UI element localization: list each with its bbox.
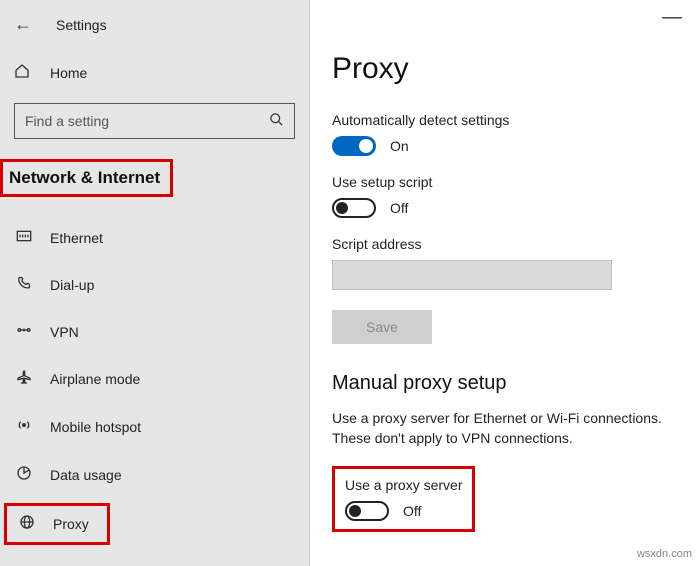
use-proxy-section: Use a proxy server Off [332,466,475,532]
home-label: Home [50,65,87,81]
use-proxy-toggle-row: Off [345,501,462,521]
sidebar-item-label: Mobile hotspot [50,419,141,435]
data-usage-icon [14,465,34,485]
sidebar-item-dialup[interactable]: Dial-up [0,261,309,309]
sidebar-item-label: Ethernet [50,230,103,246]
sidebar-item-label: Airplane mode [50,371,140,387]
vpn-icon [14,323,34,341]
search-icon [269,112,284,131]
setup-script-label: Use setup script [332,174,678,190]
manual-proxy-heading: Manual proxy setup [332,372,678,395]
script-address-input[interactable] [332,260,612,290]
auto-detect-state: On [390,138,409,154]
sidebar-item-label: Dial-up [50,277,94,293]
sidebar-item-label: Data usage [50,467,122,483]
manual-proxy-description: Use a proxy server for Ethernet or Wi-Fi… [332,409,678,448]
minimize-icon[interactable]: — [662,6,682,29]
setup-script-state: Off [390,200,408,216]
auto-detect-label: Automatically detect settings [332,112,678,128]
setup-script-toggle[interactable] [332,198,376,218]
section-header-network-internet: Network & Internet [0,159,173,197]
use-proxy-state: Off [403,503,421,519]
back-icon[interactable]: ← [14,14,36,35]
home-button[interactable]: Home [0,53,309,93]
page-title: Proxy [332,52,678,86]
sidebar-item-data-usage[interactable]: Data usage [0,451,309,499]
sidebar-item-vpn[interactable]: VPN [0,309,309,355]
setup-script-toggle-row: Off [332,198,678,218]
sidebar-item-label: Proxy [53,516,89,532]
hotspot-icon [14,417,34,437]
watermark: wsxdn.com [637,548,692,560]
airplane-icon [14,369,34,389]
sidebar-item-mobile-hotspot[interactable]: Mobile hotspot [0,403,309,451]
ethernet-icon [14,229,34,247]
sidebar-item-ethernet[interactable]: Ethernet [0,215,309,261]
home-icon [14,63,34,83]
header-title: Settings [56,17,107,33]
header: ← Settings [0,8,309,45]
proxy-icon [17,514,37,534]
search-input[interactable] [25,113,269,129]
script-address-label: Script address [332,236,678,252]
dialup-icon [14,275,34,295]
sidebar-item-airplane-mode[interactable]: Airplane mode [0,355,309,403]
sidebar: ← Settings Home Network & Internet Ether… [0,0,310,566]
auto-detect-toggle-row: On [332,136,678,156]
main-panel: — Proxy Automatically detect settings On… [310,0,700,566]
use-proxy-label: Use a proxy server [345,477,462,493]
auto-detect-toggle[interactable] [332,136,376,156]
search-box[interactable] [14,103,295,139]
sidebar-item-label: VPN [50,324,79,340]
sidebar-item-proxy[interactable]: Proxy [4,503,110,545]
use-proxy-toggle[interactable] [345,501,389,521]
save-button[interactable]: Save [332,310,432,344]
